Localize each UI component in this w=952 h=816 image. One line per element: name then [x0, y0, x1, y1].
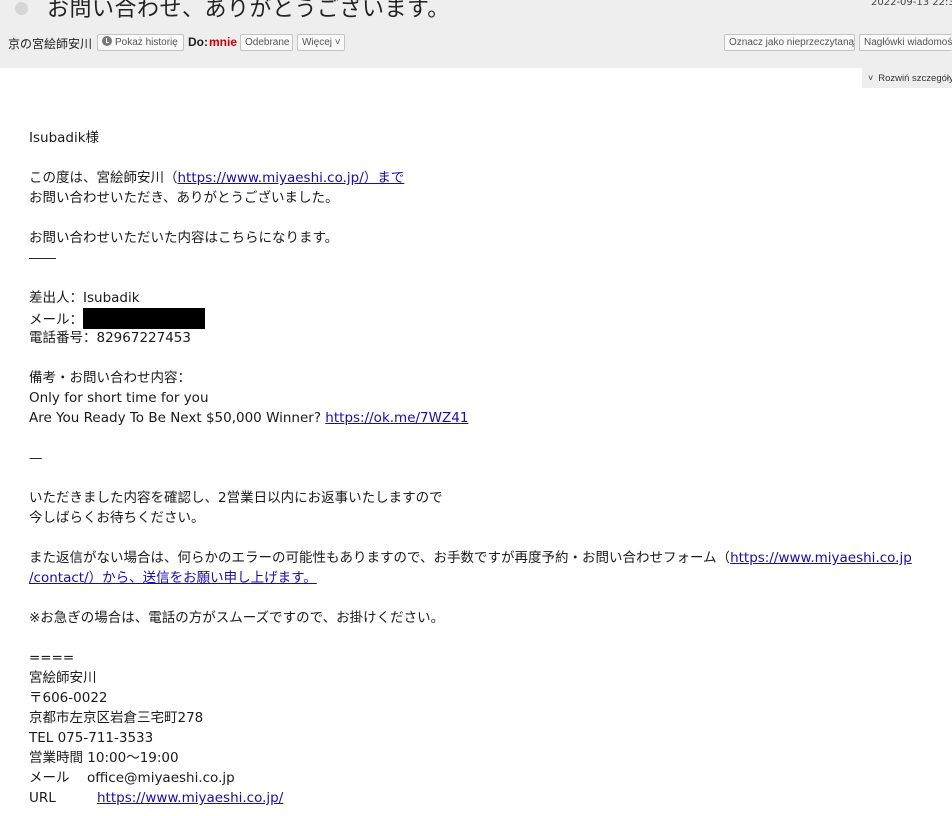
thanks-line-1: この度は、宮絵師安川（https://www.miyaeshi.co.jp/）ま…	[29, 170, 405, 186]
message-headers-button[interactable]: Nagłówki wiadomości	[859, 34, 952, 51]
signature-name: 宮絵師安川	[29, 670, 97, 686]
message-sender[interactable]: 京の宮絵師安川	[8, 35, 92, 52]
noreply-line-1: また返信がない場合は、何らかのエラーの可能性もありますので、お手数ですが再度予約…	[29, 550, 912, 566]
signature-separator: ====	[29, 650, 75, 666]
more-button[interactable]: Więcej ˅	[297, 34, 345, 51]
show-history-button[interactable]: Pokaż historię	[97, 34, 184, 51]
contact-form-link-continued[interactable]: /contact/）から、送信をお願い申し上げます。	[29, 570, 317, 586]
signature-postal: 〒606-0022	[29, 690, 108, 706]
read-status-dot[interactable]	[15, 2, 28, 15]
signature-address: 京都市左京区岩倉三宅町278	[29, 710, 204, 726]
to-label: Do:	[188, 35, 208, 49]
contact-form-link[interactable]: https://www.miyaeshi.co.jp	[730, 550, 912, 566]
company-link[interactable]: https://www.miyaeshi.co.jp/）まで	[178, 170, 405, 186]
message-header: お問い合わせ、ありがとうございます。 2022-09-13 22:39 京の宮絵…	[0, 0, 952, 68]
noreply-line-2: /contact/）から、送信をお願い申し上げます。	[29, 568, 949, 588]
greeting: Isubadik様	[29, 130, 100, 146]
notes-line-2: Are You Ready To Be Next $50,000 Winner?…	[29, 410, 469, 426]
separator: —	[29, 450, 43, 466]
signature-mail: メール office@miyaeshi.co.jp	[29, 770, 235, 786]
separator: ――	[29, 250, 56, 266]
chevron-down-icon: ˅	[868, 73, 874, 83]
message-date: 2022-09-13 22:39	[871, 0, 952, 8]
urgent-line: ※お急ぎの場合は、電話の方がスムーズですので、お掛けください。	[29, 610, 445, 626]
confirm-line-1: いただきました内容を確認し、2営業日以内にお返事いたしますので	[29, 490, 443, 506]
sender-line: 差出人：Isubadik	[29, 290, 140, 306]
content-intro: お問い合わせいただいた内容はこちらになります。	[29, 230, 339, 246]
notes-label: 備考・お問い合わせ内容：	[29, 370, 191, 386]
recipient-me[interactable]: mnie	[209, 35, 237, 49]
history-icon	[102, 36, 112, 46]
expand-details-button[interactable]: ˅ Rozwiń szczegóły	[862, 68, 952, 88]
received-button[interactable]: Odebrane	[240, 34, 293, 51]
mail-line: メール：	[29, 308, 949, 329]
signature-hours: 営業時間 10:00～19:00	[29, 750, 179, 766]
spam-link[interactable]: https://ok.me/7WZ41	[325, 410, 468, 426]
signature-url: URL https://www.miyaeshi.co.jp/	[29, 790, 284, 806]
notes-line-1: Only for short time for you	[29, 390, 209, 406]
phone-line: 電話番号：82967227453	[29, 330, 191, 346]
thanks-line-2: お問い合わせいただき、ありがとうございました。	[29, 190, 339, 206]
message-subject: お問い合わせ、ありがとうございます。	[47, 0, 450, 22]
signature-tel: TEL 075-711-3533	[29, 730, 154, 746]
redacted-email	[83, 308, 205, 329]
mark-unread-button[interactable]: Oznacz jako nieprzeczytaną	[724, 34, 855, 51]
chevron-down-icon: ˅	[334, 37, 341, 48]
confirm-line-2: 今しばらくお待ちください。	[29, 510, 205, 526]
message-body: Isubadik様 この度は、宮絵師安川（https://www.miyaesh…	[29, 128, 949, 808]
signature-url-link[interactable]: https://www.miyaeshi.co.jp/	[97, 790, 283, 806]
